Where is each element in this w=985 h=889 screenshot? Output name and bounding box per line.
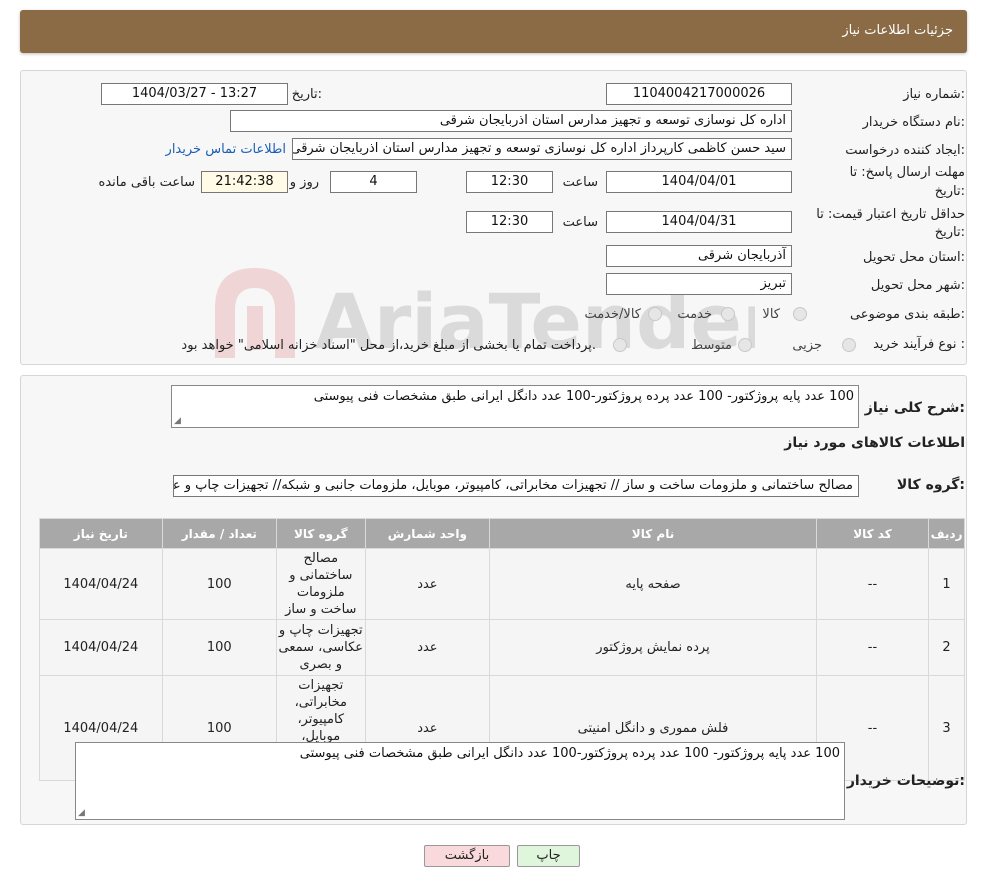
process-radio-treasury[interactable]: [613, 338, 627, 352]
category-radio-goods[interactable]: [793, 307, 807, 321]
category-option-service: خدمت: [677, 307, 712, 322]
header-unit: واحد شمارش: [365, 519, 490, 548]
buyer-contact-link[interactable]: اطلاعات تماس خریدار: [166, 142, 286, 157]
cell-item-group: مصالح ساختمانی و ملزومات ساخت و ساز: [276, 549, 365, 619]
requester-field: سید حسن کاظمی کارپرداز اداره کل نوسازی ت…: [292, 138, 792, 160]
header-need-date: تاریخ نیاز: [40, 519, 162, 548]
response-deadline-date: 1404/04/01: [606, 171, 792, 193]
cell-row-number: 1: [929, 549, 964, 619]
back-button[interactable]: بازگشت: [424, 845, 510, 867]
cell-row-number: 3: [929, 676, 964, 780]
cell-need-date: 1404/04/24: [40, 620, 162, 675]
buyer-org-field: اداره کل نوسازی توسعه و تجهیز مدارس استا…: [230, 110, 792, 132]
table-header-row: ردیف کد کالا نام کالا واحد شمارش گروه کا…: [40, 519, 964, 548]
response-deadline-label-line2: تاریخ:: [934, 184, 965, 199]
print-button[interactable]: چاپ: [517, 845, 580, 867]
remaining-time-field: 21:42:38: [201, 171, 288, 193]
response-deadline-time: 12:30: [466, 171, 553, 193]
summary-textarea[interactable]: 100 عدد پایه پروژکتور- 100 عدد پرده پروژ…: [171, 385, 859, 428]
summary-label: شرح کلی نیاز:: [864, 400, 965, 416]
cell-item-code: --: [816, 549, 929, 619]
price-validity-time: 12:30: [466, 211, 553, 233]
price-validity-label-line2: تاریخ:: [934, 225, 965, 240]
category-option-goods-service: کالا/خدمت: [584, 307, 641, 322]
buyer-notes-textarea[interactable]: 100 عدد پایه پروژکتور- 100 عدد پرده پروژ…: [75, 742, 845, 820]
page-title: جزئیات اطلاعات نیاز: [842, 23, 953, 38]
category-label: طبقه بندی موضوعی:: [849, 307, 965, 322]
table-row: 1 -- صفحه پایه عدد مصالح ساختمانی و ملزو…: [40, 549, 964, 619]
cell-item-name: صفحه پایه: [490, 549, 816, 619]
delivery-province-label: استان محل تحویل:: [863, 250, 965, 265]
header-item-group: گروه کالا: [276, 519, 365, 548]
price-validity-label-line1: حداقل تاریخ اعتبار قیمت: تا: [816, 207, 965, 222]
cell-item-code: --: [816, 620, 929, 675]
table-row: 2 -- پرده نمایش پروژکتور عدد تجهیزات چاپ…: [40, 620, 964, 675]
process-option-medium: متوسط: [691, 338, 732, 353]
process-type-label: نوع فرآیند خرید :: [873, 337, 965, 352]
need-number-field: 1104004217000026: [606, 83, 792, 105]
header-item-code: کد کالا: [816, 519, 929, 548]
response-deadline-label-line1: مهلت ارسال پاسخ: تا: [849, 165, 965, 180]
process-option-minor: جزیی: [792, 338, 822, 353]
cell-need-date: 1404/04/24: [40, 549, 162, 619]
price-validity-time-label: ساعت: [562, 215, 598, 230]
delivery-city-field: تبریز: [606, 273, 792, 295]
response-deadline-time-label: ساعت: [562, 175, 598, 190]
announce-datetime-field: 1404/03/27 - 13:27: [101, 83, 288, 105]
buyer-notes-label: توضیحات خریدار:: [846, 773, 965, 789]
resize-grip-icon[interactable]: ◢: [78, 808, 85, 818]
remaining-days-field: 4: [330, 171, 417, 193]
cell-unit: عدد: [365, 549, 490, 619]
category-option-goods: کالا: [762, 307, 780, 322]
header-quantity: تعداد / مقدار: [162, 519, 276, 548]
goods-info-title: اطلاعات کالاهای مورد نیاز: [784, 435, 965, 451]
process-radio-medium[interactable]: [738, 338, 752, 352]
remaining-days-label: روز و: [289, 175, 319, 190]
process-treasury-note: پرداخت تمام یا بخشی از مبلغ خرید،از محل …: [181, 338, 596, 353]
cell-item-group: تجهیزات چاپ و عکاسی، سمعی و بصری: [276, 620, 365, 675]
cell-item-name: پرده نمایش پروژکتور: [490, 620, 816, 675]
buyer-org-label: نام دستگاه خریدار:: [862, 115, 965, 130]
need-number-label: شماره نیاز:: [903, 87, 965, 102]
header-row-number: ردیف: [929, 519, 964, 548]
price-validity-date: 1404/04/31: [606, 211, 792, 233]
remaining-time-label: ساعت باقی مانده: [98, 175, 195, 190]
process-radio-minor[interactable]: [842, 338, 856, 352]
buyer-notes-text: 100 عدد پایه پروژکتور- 100 عدد پرده پروژ…: [299, 746, 840, 761]
category-radio-service[interactable]: [721, 307, 735, 321]
requester-label: ایجاد کننده درخواست:: [845, 143, 965, 158]
category-radio-goods-service[interactable]: [648, 307, 662, 321]
page-header: جزئیات اطلاعات نیاز: [20, 10, 967, 53]
summary-text: 100 عدد پایه پروژکتور- 100 عدد پرده پروژ…: [313, 389, 854, 404]
cell-unit: عدد: [365, 620, 490, 675]
goods-group-field: مصالح ساختمانی و ملزومات ساخت و ساز // ت…: [173, 475, 859, 497]
delivery-province-field: آذربایجان شرقی: [606, 245, 792, 267]
header-item-name: نام کالا: [490, 519, 816, 548]
cell-row-number: 2: [929, 620, 964, 675]
delivery-city-label: شهر محل تحویل:: [870, 278, 965, 293]
resize-grip-icon[interactable]: ◢: [174, 416, 181, 426]
cell-quantity: 100: [162, 549, 276, 619]
goods-group-label: گروه کالا:: [896, 477, 965, 493]
cell-quantity: 100: [162, 620, 276, 675]
